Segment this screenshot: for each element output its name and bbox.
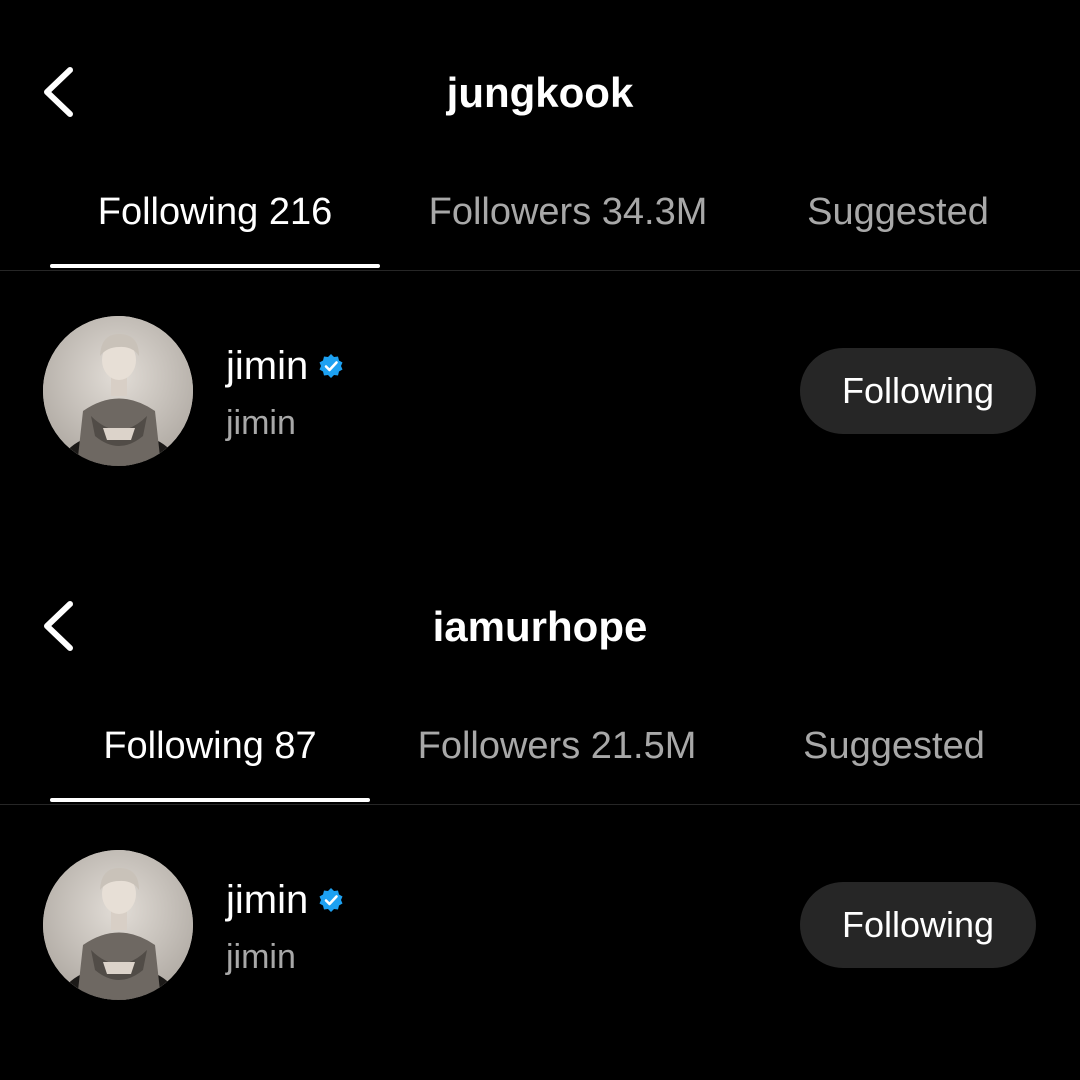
page-title: iamurhope: [432, 603, 648, 650]
username-text: jimin: [226, 344, 309, 388]
header: iamurhope: [0, 582, 1080, 672]
list-item[interactable]: jimin jimin Following: [0, 316, 1080, 466]
tab-following[interactable]: Following 216: [50, 160, 380, 268]
tab-followers[interactable]: Followers 34.3M: [400, 160, 736, 268]
tab-bar: Following 87 Followers 21.5M Suggested: [0, 694, 1080, 805]
active-tab-indicator: [50, 798, 370, 802]
page-title: jungkook: [446, 69, 634, 116]
tab-following-label: Following 87: [103, 725, 317, 767]
active-tab-indicator: [50, 264, 380, 268]
tab-suggested[interactable]: Suggested: [780, 160, 1016, 268]
following-screen-iamurhope: iamurhope Following 87 Followers 21.5M S…: [0, 534, 1080, 1068]
header: jungkook: [0, 48, 1080, 138]
tab-following-label: Following 216: [97, 191, 333, 233]
verified-badge-icon: [318, 887, 344, 913]
tab-followers-label: Followers 34.3M: [428, 191, 708, 233]
username[interactable]: jimin: [226, 876, 344, 924]
following-screen-jungkook: jungkook Following 216 Followers 34.3M S…: [0, 0, 1080, 534]
verified-badge-icon: [318, 353, 344, 379]
tab-suggested-label: Suggested: [803, 725, 985, 767]
avatar[interactable]: [43, 316, 193, 466]
display-name: jimin: [226, 938, 296, 976]
following-button[interactable]: Following: [800, 882, 1036, 968]
display-name: jimin: [226, 404, 296, 442]
tab-suggested-label: Suggested: [807, 191, 989, 233]
tab-followers-label: Followers 21.5M: [417, 725, 697, 767]
following-button[interactable]: Following: [800, 348, 1036, 434]
avatar[interactable]: [43, 850, 193, 1000]
tab-suggested[interactable]: Suggested: [776, 694, 1012, 802]
username-text: jimin: [226, 878, 309, 922]
username[interactable]: jimin: [226, 342, 344, 390]
tab-bar: Following 216 Followers 34.3M Suggested: [0, 160, 1080, 271]
tab-following[interactable]: Following 87: [50, 694, 370, 802]
list-item[interactable]: jimin jimin Following: [0, 850, 1080, 1000]
tab-followers[interactable]: Followers 21.5M: [392, 694, 722, 802]
